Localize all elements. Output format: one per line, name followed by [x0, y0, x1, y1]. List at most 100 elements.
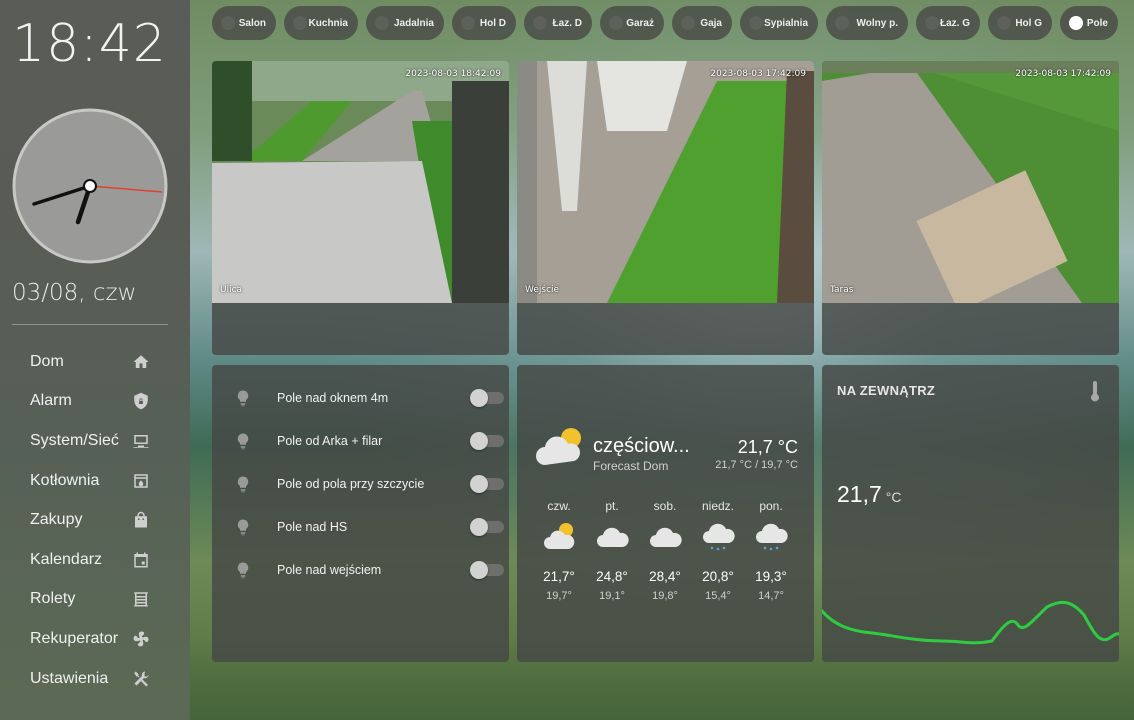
switch-row: Pole nad oknem 4m: [234, 386, 504, 410]
room-status-dot: [533, 16, 547, 30]
forecast-day-name: sob.: [653, 499, 677, 513]
camera-name: Wejście: [525, 285, 560, 295]
toggle-knob: [470, 518, 488, 536]
lightbulb-icon: [237, 476, 249, 493]
camera-feed-image: [822, 61, 1119, 303]
temperature-history-sparkline: [822, 600, 1119, 645]
camera-timestamp: 2023-08-03 18:42:09: [405, 69, 501, 79]
switch-row: Pole nad wejściem: [234, 558, 504, 582]
forecast-day-name: niedz.: [701, 499, 735, 513]
forecast-high: 21,7°: [543, 569, 575, 584]
sidebar-item-label: Kalendarz: [30, 550, 103, 568]
shopping-bag-icon: [135, 511, 147, 528]
room-chip-sypialnia[interactable]: Sypialnia: [740, 6, 818, 40]
room-chip-jadalnia[interactable]: Jadalnia: [366, 6, 444, 40]
outside-value: 21,7 °C: [837, 481, 901, 508]
tools-icon: [134, 671, 149, 687]
switch-toggle[interactable]: [470, 389, 504, 407]
sidebar-item-label: Ustawienia: [30, 669, 109, 687]
room-chip-pole[interactable]: Pole: [1060, 6, 1118, 40]
camera-card-taras[interactable]: 2023-08-03 17:42:09 Taras: [822, 61, 1119, 355]
room-status-dot: [749, 16, 763, 30]
sidebar-item-label: Dom: [30, 352, 64, 370]
sidebar-item-label: Rekuperator: [30, 629, 119, 647]
room-status-dot: [681, 16, 695, 30]
sidebar-item-label: Zakupy: [30, 511, 83, 529]
camera-feed-image: [517, 61, 814, 303]
switch-label: Pole od pola przy szczycie: [277, 477, 425, 491]
sidebar-divider: [12, 324, 168, 325]
sidebar-item-kalendarz[interactable]: Kalendarz: [0, 540, 190, 580]
room-chip-kuchnia[interactable]: Kuchnia: [284, 6, 358, 40]
room-status-dot: [375, 16, 389, 30]
lightbulb-icon: [237, 390, 249, 407]
outside-value-number: 21,7: [837, 481, 882, 507]
camera-name: Ulica: [220, 285, 243, 295]
room-status-dot: [997, 16, 1011, 30]
analog-clock: [12, 108, 168, 264]
cloudy-icon: [650, 527, 682, 547]
sidebar-item-rolety[interactable]: Rolety: [0, 580, 190, 620]
camera-feed-image: [212, 61, 509, 303]
room-chip-hol-g[interactable]: Hol G: [988, 6, 1052, 40]
switch-label: Pole od Arka + filar: [277, 434, 383, 448]
sidebar-item-alarm[interactable]: Alarm: [0, 382, 190, 422]
switch-row: Pole nad HS: [234, 515, 504, 539]
switch-toggle[interactable]: [470, 561, 504, 579]
room-status-dot: [461, 16, 475, 30]
toggle-knob: [470, 432, 488, 450]
switch-toggle[interactable]: [470, 432, 504, 450]
forecast-day: pon. 19,3° 14,7°: [746, 499, 796, 602]
switch-toggle[interactable]: [470, 518, 504, 536]
weather-range: 21,7 °C / 19,7 °C: [715, 459, 798, 471]
boiler-icon: [134, 473, 148, 488]
clock-time: 18:42: [12, 14, 167, 74]
partly-cloudy-icon: [544, 523, 575, 549]
room-status-dot: [835, 16, 849, 30]
calendar-icon: [134, 552, 148, 568]
sidebar-item-ustawienia[interactable]: Ustawienia: [0, 659, 190, 699]
sidebar-item-label: Alarm: [30, 392, 72, 410]
toggle-knob: [470, 475, 488, 493]
thermometer-icon: [1091, 381, 1099, 402]
weather-condition: częściow...: [593, 435, 690, 457]
switch-label: Pole nad oknem 4m: [277, 391, 389, 405]
forecast-low: 19,8°: [652, 590, 678, 602]
forecast-low: 19,7°: [546, 590, 572, 602]
home-icon: [133, 355, 149, 368]
sidebar-item-dom[interactable]: Dom: [0, 342, 190, 382]
camera-timestamp: 2023-08-03 17:42:09: [710, 69, 806, 79]
sidebar-item-zakupy[interactable]: Zakupy: [0, 500, 190, 540]
camera-name: Taras: [830, 285, 854, 295]
monitor-icon: [133, 434, 149, 448]
room-chip-laz-g[interactable]: Łaz. G: [916, 6, 980, 40]
camera-card-ulica[interactable]: 2023-08-03 18:42:09 Ulica: [212, 61, 509, 355]
outside-value-unit: °C: [885, 489, 902, 505]
outside-temperature-card[interactable]: NA ZEWNĄTRZ 21,7 °C: [822, 365, 1119, 662]
weather-card[interactable]: częściow... Forecast Dom 21,7 °C 21,7 °C…: [517, 365, 814, 662]
sidebar-item-label: System/Sieć: [30, 431, 119, 449]
room-chip-gaja[interactable]: Gaja: [672, 6, 732, 40]
room-status-dot: [221, 16, 235, 30]
camera-timestamp: 2023-08-03 17:42:09: [1015, 69, 1111, 79]
sidebar-item-system[interactable]: System/Sieć: [0, 421, 190, 461]
room-chip-hol-d[interactable]: Hol D: [452, 6, 516, 40]
weather-source: Forecast Dom: [593, 459, 669, 473]
sidebar: 18:42 03/08, czw Dom Alarm System/Sieć K…: [0, 0, 190, 720]
room-chip-salon[interactable]: Salon: [212, 6, 276, 40]
outside-title: NA ZEWNĄTRZ: [837, 383, 936, 398]
forecast-high: 19,3°: [755, 569, 787, 584]
forecast-day: sob. 28,4° 19,8°: [640, 499, 690, 602]
room-chip-garaz[interactable]: Garaż: [600, 6, 664, 40]
switch-row: Pole od Arka + filar: [234, 429, 504, 453]
sidebar-item-label: Rolety: [30, 590, 76, 608]
room-chip-wolny-p[interactable]: Wolny p.: [826, 6, 908, 40]
room-chip-laz-d[interactable]: Łaz. D: [524, 6, 592, 40]
date-label: 03/08, czw: [12, 280, 137, 306]
forecast-high: 24,8°: [596, 569, 628, 584]
sidebar-item-label: Kotłownia: [30, 471, 100, 489]
camera-card-wejscie[interactable]: 2023-08-03 17:42:09 Wejście: [517, 61, 814, 355]
switch-toggle[interactable]: [470, 475, 504, 493]
sidebar-item-rekuperator[interactable]: Rekuperator: [0, 619, 190, 659]
sidebar-item-kotlownia[interactable]: Kotłownia: [0, 461, 190, 501]
